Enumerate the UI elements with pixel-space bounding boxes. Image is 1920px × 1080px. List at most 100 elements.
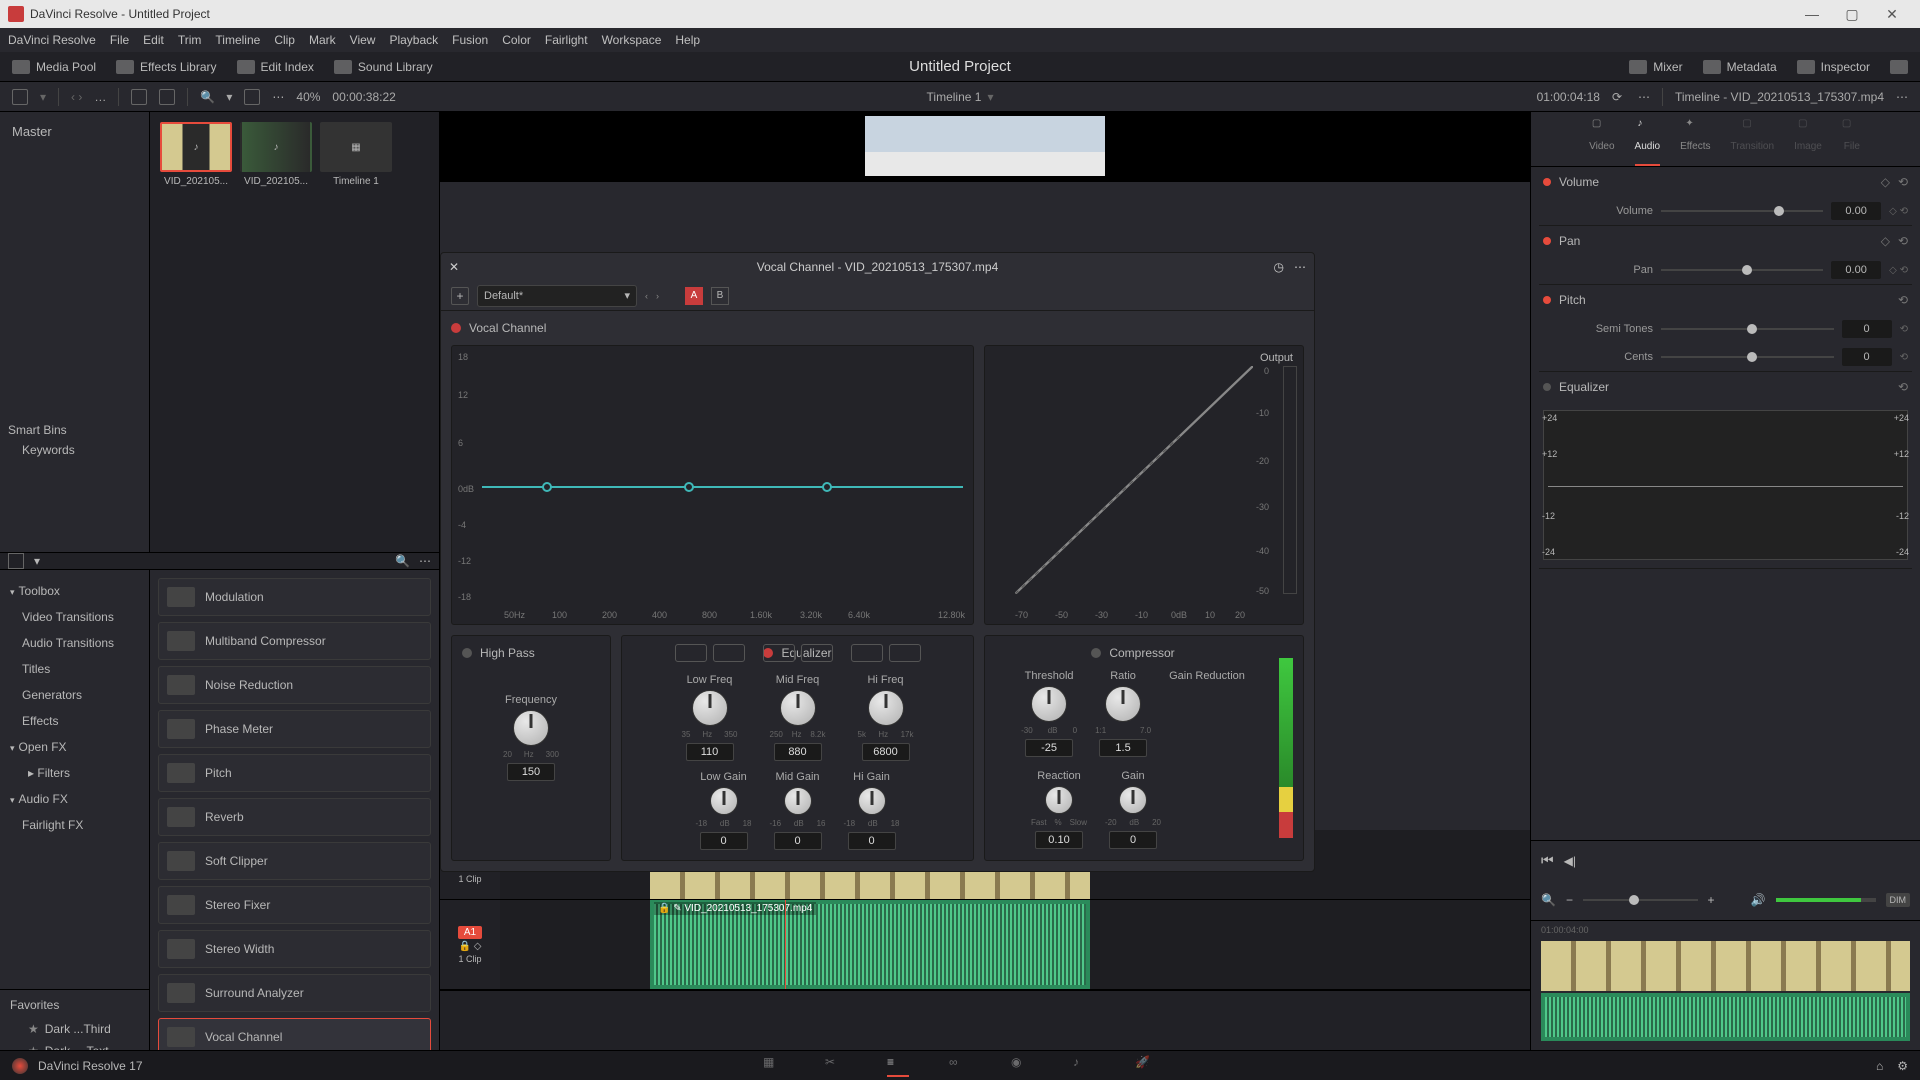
fx-category[interactable]: Video Transitions xyxy=(0,604,149,630)
reset-icon[interactable]: ⟲ xyxy=(1898,175,1908,189)
sound-library-toggle[interactable]: Sound Library xyxy=(334,60,433,74)
semitones-slider[interactable] xyxy=(1661,328,1834,330)
cents-slider[interactable] xyxy=(1661,356,1834,358)
timeline-audio-strip[interactable] xyxy=(1541,993,1910,1041)
tab-audio[interactable]: ♪Audio xyxy=(1635,118,1661,166)
mid-notch-icon[interactable] xyxy=(801,644,833,662)
menu-item[interactable]: Fairlight xyxy=(545,33,588,47)
hi-bell-icon[interactable] xyxy=(851,644,883,662)
hp-frequency-value[interactable]: 150 xyxy=(507,763,555,781)
hi-gain-knob[interactable] xyxy=(858,787,886,815)
timeline-clip[interactable]: ▦Timeline 1 xyxy=(320,122,392,187)
tab-effects[interactable]: ✦Effects xyxy=(1680,118,1710,166)
ab-b-button[interactable]: B xyxy=(711,287,729,305)
fx-category[interactable]: Audio Transitions xyxy=(0,630,149,656)
comp-gain-knob[interactable] xyxy=(1119,786,1147,814)
menu-item[interactable]: Fusion xyxy=(452,33,488,47)
eq-graph[interactable]: 18 12 6 0dB -4 -12 -18 50Hz xyxy=(451,345,974,625)
thumb-view-icon[interactable] xyxy=(131,89,147,105)
mid-bell-icon[interactable] xyxy=(763,644,795,662)
menu-item[interactable]: Timeline xyxy=(215,33,260,47)
step-back-icon[interactable]: ◀| xyxy=(1564,854,1576,868)
timeline-dropdown[interactable]: Timeline 1 xyxy=(927,90,982,104)
fx-item[interactable]: Stereo Width xyxy=(158,930,431,968)
fx-category[interactable]: Audio FX xyxy=(0,786,149,812)
sort-icon[interactable] xyxy=(244,89,260,105)
edit-index-toggle[interactable]: Edit Index xyxy=(237,60,314,74)
equalizer-section[interactable]: Equalizer xyxy=(1559,380,1609,394)
fx-category[interactable]: Toolbox xyxy=(0,578,149,604)
prev-preset[interactable]: ‹ xyxy=(645,291,648,301)
fx-item[interactable]: Surround Analyzer xyxy=(158,974,431,1012)
clock-icon[interactable]: ◷ xyxy=(1274,260,1284,274)
hp-frequency-knob[interactable] xyxy=(513,710,549,746)
fx-category[interactable]: Effects xyxy=(0,708,149,734)
hi-freq-knob[interactable] xyxy=(868,690,904,726)
preset-dropdown[interactable]: Default*▾ xyxy=(477,285,637,307)
ratio-knob[interactable] xyxy=(1105,686,1141,722)
add-preset-button[interactable]: + xyxy=(451,287,469,305)
menu-item[interactable]: Clip xyxy=(274,33,295,47)
threshold-knob[interactable] xyxy=(1031,686,1067,722)
menu-item[interactable]: File xyxy=(110,33,129,47)
search-icon[interactable]: 🔍 xyxy=(200,90,214,104)
fx-category[interactable]: Generators xyxy=(0,682,149,708)
eq-node-low[interactable] xyxy=(542,482,552,492)
more-icon[interactable]: ⋯ xyxy=(1294,260,1306,274)
fx-item[interactable]: Noise Reduction xyxy=(158,666,431,704)
list-view-icon[interactable] xyxy=(159,89,175,105)
fx-category[interactable]: Open FX xyxy=(0,734,149,760)
timeline-video-strip[interactable] xyxy=(1541,941,1910,991)
expand-icon[interactable] xyxy=(1890,60,1908,74)
reaction-knob[interactable] xyxy=(1045,786,1073,814)
fx-item[interactable]: Multiband Compressor xyxy=(158,622,431,660)
menu-item[interactable]: Help xyxy=(675,33,700,47)
page-deliver[interactable]: 🚀 xyxy=(1135,1055,1157,1077)
fx-search-icon[interactable]: 🔍 xyxy=(395,554,409,568)
menu-item[interactable]: Trim xyxy=(178,33,202,47)
fx-item[interactable]: Phase Meter xyxy=(158,710,431,748)
volume-section[interactable]: Volume xyxy=(1559,175,1599,189)
mixer-toggle[interactable]: Mixer xyxy=(1629,60,1682,74)
zoom-level[interactable]: 40% xyxy=(296,90,320,104)
mid-freq-knob[interactable] xyxy=(780,690,816,726)
playhead[interactable] xyxy=(785,900,786,989)
fx-item[interactable]: Pitch xyxy=(158,754,431,792)
fx-category[interactable]: Fairlight FX xyxy=(0,812,149,838)
a1-badge[interactable]: A1 xyxy=(458,926,482,939)
home-icon[interactable]: ⌂ xyxy=(1876,1059,1883,1073)
low-gain-knob[interactable] xyxy=(710,787,738,815)
pitch-section[interactable]: Pitch xyxy=(1559,293,1586,307)
menu-item[interactable]: DaVinci Resolve xyxy=(8,33,96,47)
smart-bins-label[interactable]: Smart Bins xyxy=(8,423,141,437)
menu-item[interactable]: Mark xyxy=(309,33,336,47)
keywords-bin[interactable]: Keywords xyxy=(8,437,141,457)
tab-image[interactable]: ▢Image xyxy=(1794,118,1822,166)
compressor-graph[interactable]: Output 0 -10 -20 -30 -40 -50 -70 -50 -30… xyxy=(984,345,1304,625)
timeline-zoom-slider[interactable] xyxy=(1583,899,1698,901)
close-button[interactable]: ✕ xyxy=(1872,0,1912,28)
inspector-eq-graph[interactable]: +24 +24 +12 +12 -12 -12 -24 -24 xyxy=(1543,410,1908,560)
close-icon[interactable]: ✕ xyxy=(449,260,459,274)
fx-view-icon[interactable] xyxy=(8,553,24,569)
mid-gain-knob[interactable] xyxy=(784,787,812,815)
page-fusion[interactable]: ∞ xyxy=(949,1055,971,1077)
menu-item[interactable]: Workspace xyxy=(602,33,662,47)
fx-item[interactable]: Reverb xyxy=(158,798,431,836)
low-freq-knob[interactable] xyxy=(692,690,728,726)
inspector-toggle[interactable]: Inspector xyxy=(1797,60,1870,74)
keyframe-icon[interactable]: ◇ xyxy=(1881,175,1890,189)
tab-file[interactable]: ▢File xyxy=(1842,118,1862,166)
minimize-button[interactable]: — xyxy=(1792,0,1832,28)
loop-icon[interactable]: ⟳ xyxy=(1612,90,1626,104)
zoom-out-icon[interactable]: 🔍 xyxy=(1541,893,1556,907)
master-volume-slider[interactable] xyxy=(1776,898,1876,902)
page-cut[interactable]: ✂ xyxy=(825,1055,847,1077)
timeline-viewer[interactable] xyxy=(440,112,1530,182)
pan-section[interactable]: Pan xyxy=(1559,234,1580,248)
hi-shelf-icon[interactable] xyxy=(889,644,921,662)
low-bell-icon[interactable] xyxy=(713,644,745,662)
media-clip[interactable]: ♪VID_202105... xyxy=(160,122,232,187)
maximize-button[interactable]: ▢ xyxy=(1832,0,1872,28)
page-fairlight[interactable]: ♪ xyxy=(1073,1055,1095,1077)
